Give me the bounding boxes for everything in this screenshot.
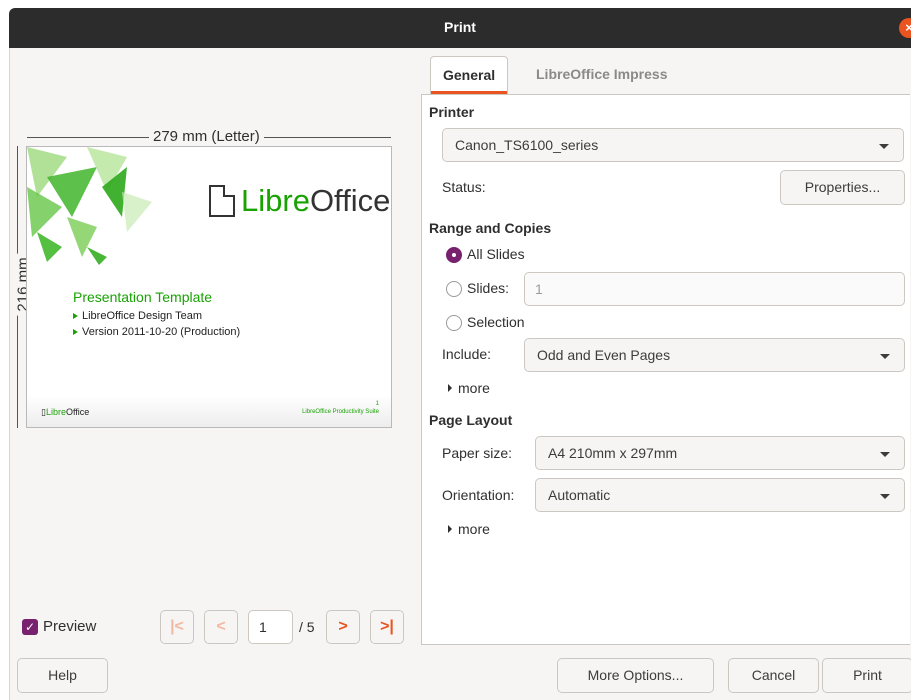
orientation-label: Orientation: <box>442 487 515 503</box>
title-bar: Print × <box>9 8 911 48</box>
more-options-button[interactable]: More Options... <box>557 658 714 693</box>
slide-bullet: LibreOffice Design Team <box>73 310 202 322</box>
range-section-title: Range and Copies <box>429 220 552 236</box>
help-button[interactable]: Help <box>17 658 108 693</box>
chevron-right-icon <box>448 525 452 533</box>
decorative-triangles <box>27 147 152 265</box>
page-total: / 5 <box>299 619 315 635</box>
selection-radio[interactable] <box>446 315 462 331</box>
page-number-input[interactable]: 1 <box>248 610 293 644</box>
paper-size-select[interactable]: A4 210mm x 297mm <box>535 436 905 470</box>
document-icon <box>209 185 235 217</box>
include-label: Include: <box>442 346 492 362</box>
tab-general[interactable]: General <box>430 56 509 94</box>
slide-title: Presentation Template <box>73 289 213 305</box>
next-page-button[interactable]: > <box>326 610 360 644</box>
height-dimension: 216 mm <box>8 146 32 428</box>
close-icon[interactable]: × <box>899 18 911 38</box>
chevron-down-icon <box>880 452 890 457</box>
previous-page-button[interactable]: < <box>204 610 238 644</box>
slides-label: Slides: <box>467 280 510 296</box>
print-button[interactable]: Print <box>822 658 911 693</box>
width-dimension: 279 mm (Letter) <box>27 128 391 146</box>
paper-size-label: Paper size: <box>442 445 513 461</box>
preview-label: Preview <box>43 618 97 635</box>
window-title: Print <box>444 19 476 35</box>
status-label: Status: <box>442 179 486 195</box>
properties-button[interactable]: Properties... <box>780 170 905 205</box>
range-more-expander[interactable]: more <box>448 380 490 396</box>
footer-logo: ▯LibreOffice <box>41 407 90 417</box>
chevron-down-icon <box>880 494 890 499</box>
width-label: 279 mm (Letter) <box>149 128 264 145</box>
footer-suite: LibreOffice Productivity Suite <box>302 409 379 415</box>
all-slides-radio[interactable] <box>446 247 462 263</box>
include-select[interactable]: Odd and Even Pages <box>524 338 905 372</box>
all-slides-label: All Slides <box>467 246 525 262</box>
tab-libreoffice-impress[interactable]: LibreOffice Impress <box>524 56 680 94</box>
orientation-select[interactable]: Automatic <box>535 478 905 512</box>
cancel-button[interactable]: Cancel <box>728 658 819 693</box>
chevron-down-icon <box>880 354 890 359</box>
footer-page-number: 1 <box>375 401 379 407</box>
layout-section-title: Page Layout <box>429 412 513 428</box>
slide-bullet: Version 2011-10-20 (Production) <box>73 326 240 338</box>
printer-section-title: Printer <box>429 104 475 120</box>
preview-checkbox[interactable]: ✓ <box>22 619 38 635</box>
printer-select[interactable]: Canon_TS6100_series <box>442 128 904 162</box>
slide-footer: ▯LibreOffice 1 LibreOffice Productivity … <box>27 395 391 427</box>
slides-radio[interactable] <box>446 281 462 297</box>
tab-bar: General LibreOffice Impress <box>421 56 910 94</box>
slide-preview: LibreOffice Presentation Template LibreO… <box>26 146 392 428</box>
first-page-button[interactable]: |< <box>160 610 194 644</box>
selection-label: Selection <box>467 314 525 330</box>
last-page-button[interactable]: >| <box>370 610 404 644</box>
slides-input[interactable]: 1 <box>524 272 905 306</box>
chevron-right-icon <box>448 384 452 392</box>
chevron-down-icon <box>879 144 889 149</box>
layout-more-expander[interactable]: more <box>448 521 490 537</box>
